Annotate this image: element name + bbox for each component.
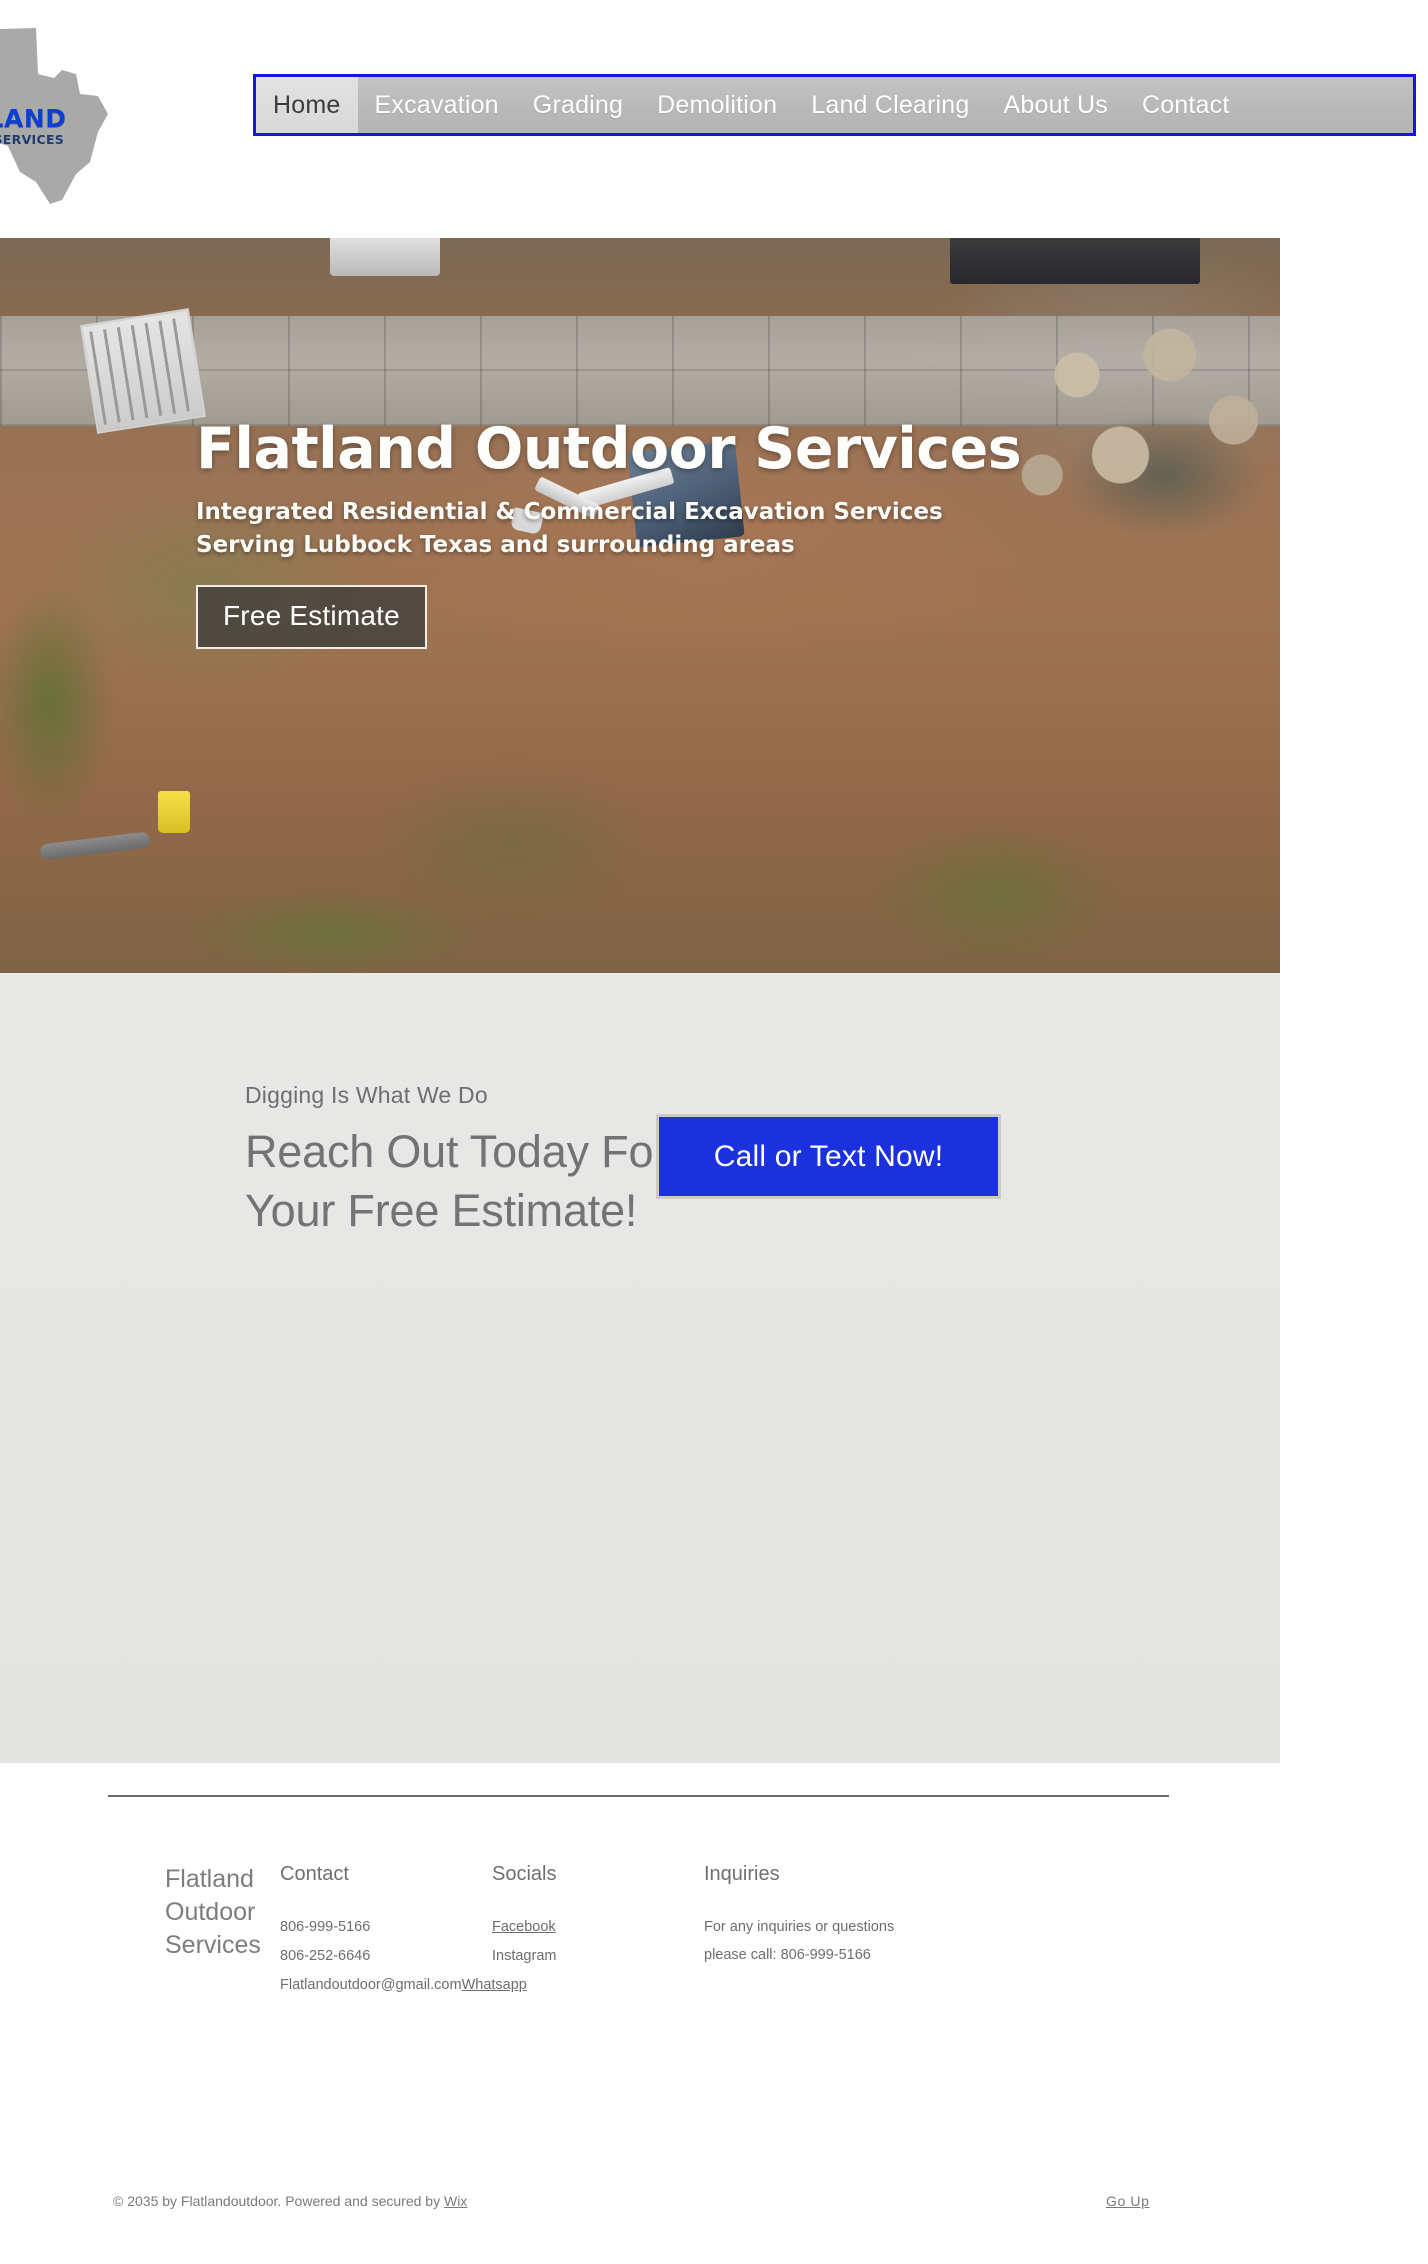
nav-item-land-clearing[interactable]: Land Clearing <box>794 77 986 133</box>
copyright-text: © 2035 by Flatlandoutdoor. Powered and s… <box>113 2193 467 2209</box>
nav-item-home[interactable]: Home <box>256 77 358 133</box>
footer-facebook-row: Facebook <box>492 1913 704 1942</box>
footer-inquiries-title: Inquiries <box>704 1863 780 1885</box>
photo-truck-trailer <box>950 238 1200 284</box>
free-estimate-button[interactable]: Free Estimate <box>196 585 427 650</box>
nav-item-excavation[interactable]: Excavation <box>358 77 516 133</box>
wix-link[interactable]: Wix <box>444 2193 467 2209</box>
footer-column-inquiries: Inquiries For any inquiries or questions… <box>704 1863 919 2000</box>
footer-contact-email-row: Flatlandoutdoor@gmail.comWhatsapp <box>280 1971 527 2000</box>
site-footer: Flatland Outdoor Services Contact 806-99… <box>0 1763 1280 2264</box>
footer-contact-phone-1[interactable]: 806-999-5166 <box>280 1913 492 1942</box>
footer-bottom-bar: © 2035 by Flatlandoutdoor. Powered and s… <box>0 2181 1280 2241</box>
site-header: TLAND OR SERVICES Home Excavation Gradin… <box>0 0 1428 228</box>
footer-column-socials: Socials Facebook Instagram <box>492 1863 704 2000</box>
footer-column-contact: Contact 806-999-5166 806-252-6646 Flatla… <box>280 1863 527 2000</box>
logo-text-sub: OR SERVICES <box>0 132 65 147</box>
site-logo[interactable]: TLAND OR SERVICES <box>0 22 138 207</box>
nav-item-demolition[interactable]: Demolition <box>640 77 794 133</box>
cta-heading: Reach Out Today For Your Free Estimate! <box>245 1126 669 1236</box>
photo-metal-gate <box>80 308 206 434</box>
photo-greenery-right <box>830 798 1160 973</box>
cta-section: Digging Is What We Do Reach Out Today Fo… <box>0 973 1280 1763</box>
footer-brand: Flatland Outdoor Services <box>165 1865 261 1959</box>
footer-divider <box>108 1795 1169 1797</box>
hero-subtitle-line-2: Serving Lubbock Texas and surrounding ar… <box>196 531 795 558</box>
hero-subtitle-line-1: Integrated Residential & Commercial Exca… <box>196 498 943 525</box>
hero-section: Flatland Outdoor Services Integrated Res… <box>0 238 1280 973</box>
hero-subtitle: Integrated Residential & Commercial Exca… <box>196 496 1196 561</box>
footer-facebook-link[interactable]: Facebook <box>492 1919 556 1935</box>
photo-greenery-left <box>0 538 140 868</box>
go-up-link[interactable]: Go Up <box>1106 2193 1149 2209</box>
nav-item-about-us[interactable]: About Us <box>987 77 1125 133</box>
footer-inquiries-text: For any inquiries or questions please ca… <box>704 1919 895 1964</box>
footer-columns: Flatland Outdoor Services Contact 806-99… <box>165 1863 919 2000</box>
photo-greenery-bottom <box>120 878 540 973</box>
nav-item-contact[interactable]: Contact <box>1125 77 1247 133</box>
logo-text-main: TLAND <box>0 104 67 133</box>
hero-title: Flatland Outdoor Services <box>196 416 1022 482</box>
footer-contact-phone-2[interactable]: 806-252-6646 <box>280 1942 492 1971</box>
cta-kicker: Digging Is What We Do <box>245 1082 488 1108</box>
hero-content: Flatland Outdoor Services Integrated Res… <box>196 416 1196 650</box>
nav-item-grading[interactable]: Grading <box>516 77 640 133</box>
footer-instagram-link[interactable]: Instagram <box>492 1942 704 1971</box>
main-navigation[interactable]: Home Excavation Grading Demolition Land … <box>253 74 1416 136</box>
photo-skid-loader <box>330 238 440 276</box>
footer-socials-title: Socials <box>492 1863 557 1885</box>
footer-contact-title: Contact <box>280 1863 349 1885</box>
footer-contact-email[interactable]: Flatlandoutdoor@gmail.com <box>280 1977 462 1993</box>
photo-yellow-bucket <box>158 791 190 833</box>
copyright-label: © 2035 by Flatlandoutdoor. Powered and s… <box>113 2193 444 2209</box>
call-or-text-now-button[interactable]: Call or Text Now! <box>656 1114 1001 1199</box>
